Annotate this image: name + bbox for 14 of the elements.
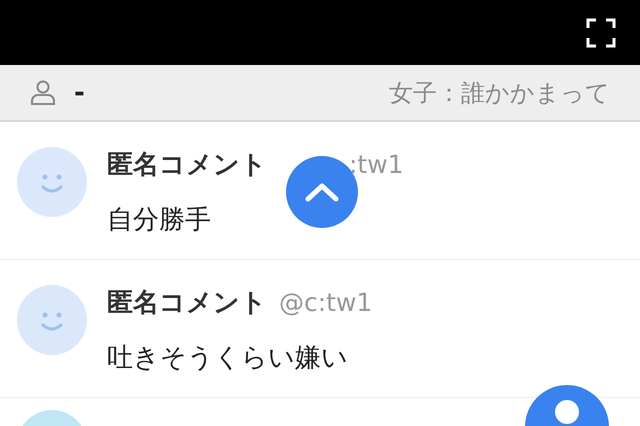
commenter-name: 匿名コメント bbox=[107, 149, 267, 182]
commenter-name: 匿名コメント bbox=[107, 287, 267, 320]
user-name: - bbox=[74, 78, 85, 108]
commenter-handle: @c:tw1 bbox=[279, 288, 372, 317]
commenter-handle: :tw1 bbox=[349, 150, 404, 179]
chevron-up-icon bbox=[304, 181, 340, 203]
avatar-icon bbox=[17, 147, 87, 217]
thread-title: 女子：誰かかまって bbox=[389, 78, 610, 108]
fullscreen-icon[interactable] bbox=[586, 18, 616, 48]
comment-text: 吐きそうくらい嫌い bbox=[107, 342, 349, 375]
comment-text: 自分勝手 bbox=[107, 204, 212, 237]
circle-icon bbox=[554, 399, 580, 425]
user-icon bbox=[30, 80, 56, 106]
avatar-icon bbox=[17, 285, 87, 355]
